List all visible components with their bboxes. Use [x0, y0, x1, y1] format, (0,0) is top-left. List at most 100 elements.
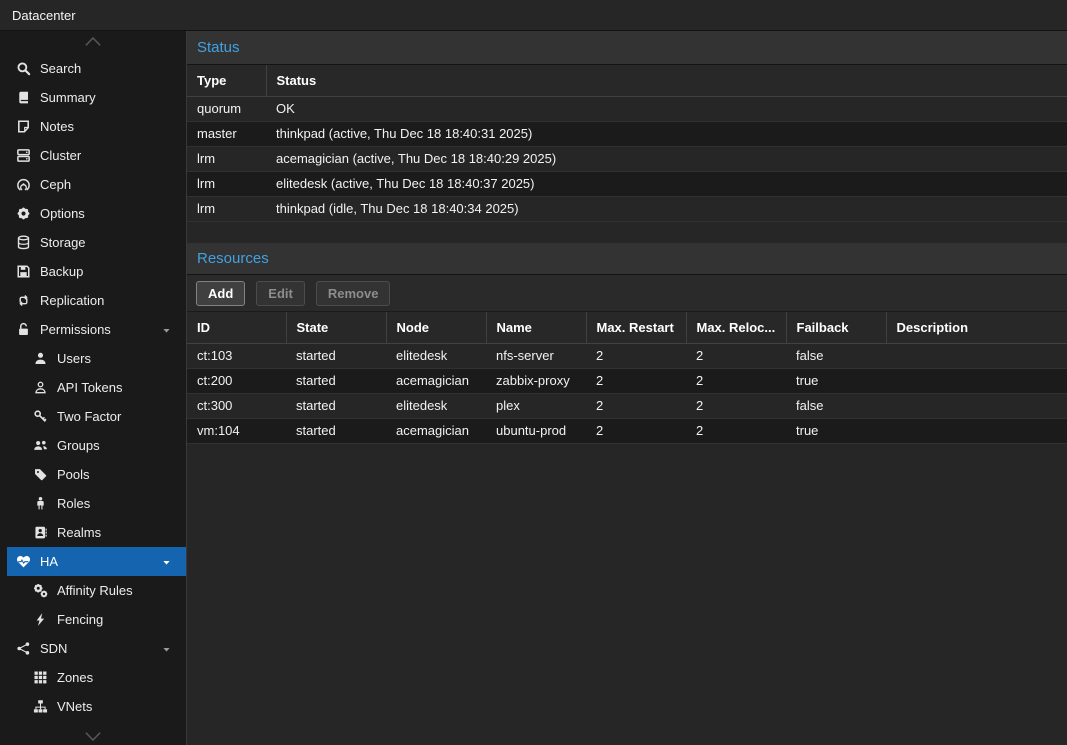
sidebar-item-label: Ceph	[40, 177, 71, 192]
table-row[interactable]: ct:200startedacemagicianzabbix-proxy22tr…	[187, 368, 1067, 393]
cell: master	[187, 121, 266, 146]
table-row[interactable]: vm:104startedacemagicianubuntu-prod22tru…	[187, 418, 1067, 443]
cell: quorum	[187, 96, 266, 121]
sidebar-item-label: Summary	[40, 90, 96, 105]
sidebar-item-backup[interactable]: Backup	[7, 257, 186, 286]
column-header-failback[interactable]: Failback	[786, 312, 886, 343]
cell: ct:300	[187, 393, 286, 418]
sidebar-item-fencing[interactable]: Fencing	[7, 605, 186, 634]
cell: plex	[486, 393, 586, 418]
column-header-status[interactable]: Status	[266, 65, 1067, 96]
table-header-row: IDStateNodeNameMax. RestartMax. Reloc...…	[187, 312, 1067, 343]
table-row[interactable]: ct:300startedelitedeskplex22false	[187, 393, 1067, 418]
column-header-node[interactable]: Node	[386, 312, 486, 343]
add-button[interactable]: Add	[196, 281, 245, 306]
sidebar-item-summary[interactable]: Summary	[7, 83, 186, 112]
sidebar-item-zones[interactable]: Zones	[7, 663, 186, 692]
column-header-id[interactable]: ID	[187, 312, 286, 343]
scroll-down-indicator[interactable]	[0, 721, 186, 745]
status-panel-header: Status	[187, 31, 1067, 65]
cell: lrm	[187, 171, 266, 196]
table-row[interactable]: ct:103startedelitedesknfs-server22false	[187, 343, 1067, 368]
status-panel-title: Status	[197, 39, 240, 56]
table-row[interactable]: lrmelitedesk (active, Thu Dec 18 18:40:3…	[187, 171, 1067, 196]
sidebar-item-label: Roles	[57, 496, 90, 511]
column-header-name[interactable]: Name	[486, 312, 586, 343]
sidebar-item-roles[interactable]: Roles	[7, 489, 186, 518]
sitemap-icon	[33, 699, 48, 714]
sidebar-item-options[interactable]: Options	[7, 199, 186, 228]
cell: vm:104	[187, 418, 286, 443]
gears-icon	[33, 583, 48, 598]
sidebar-item-replication[interactable]: Replication	[7, 286, 186, 315]
cell: elitedesk	[386, 393, 486, 418]
scroll-up-indicator[interactable]	[0, 31, 186, 54]
column-header-description[interactable]: Description	[886, 312, 1067, 343]
gear-icon	[16, 206, 31, 221]
sidebar-item-label: HA	[40, 554, 58, 569]
note-icon	[16, 119, 31, 134]
sidebar-item-notes[interactable]: Notes	[7, 112, 186, 141]
sidebar-item-ha[interactable]: HA	[7, 547, 186, 576]
sidebar-item-permissions[interactable]: Permissions	[7, 315, 186, 344]
resources-toolbar: Add Edit Remove	[187, 275, 1067, 312]
table-row[interactable]: lrmacemagician (active, Thu Dec 18 18:40…	[187, 146, 1067, 171]
resources-panel: Resources AddEditRemove IDStateNodeNameM…	[187, 243, 1067, 745]
sidebar-item-ceph[interactable]: Ceph	[7, 170, 186, 199]
cell: acemagician	[386, 368, 486, 393]
sidebar-item-groups[interactable]: Groups	[7, 431, 186, 460]
sidebar-item-pools[interactable]: Pools	[7, 460, 186, 489]
cell: OK	[266, 96, 1067, 121]
status-table: TypeStatusquorumOKmasterthinkpad (active…	[187, 65, 1067, 221]
chevron-down-icon[interactable]	[161, 324, 172, 339]
retweet-icon	[16, 293, 31, 308]
status-panel: Status TypeStatusquorumOKmasterthinkpad …	[187, 31, 1067, 243]
ceph-icon	[16, 177, 31, 192]
table-row[interactable]: lrmthinkpad (idle, Thu Dec 18 18:40:34 2…	[187, 196, 1067, 221]
cell: lrm	[187, 146, 266, 171]
sidebar-item-users[interactable]: Users	[7, 344, 186, 373]
cell: 2	[686, 393, 786, 418]
grid-icon	[33, 670, 48, 685]
cell: 2	[686, 418, 786, 443]
sidebar-item-label: Pools	[57, 467, 90, 482]
edit-button[interactable]: Edit	[256, 281, 305, 306]
search-icon	[16, 61, 31, 76]
cell	[886, 418, 1067, 443]
sidebar-item-label: Groups	[57, 438, 100, 453]
table-row[interactable]: quorumOK	[187, 96, 1067, 121]
column-header-state[interactable]: State	[286, 312, 386, 343]
sidebar-item-realms[interactable]: Realms	[7, 518, 186, 547]
sidebar-item-two-factor[interactable]: Two Factor	[7, 402, 186, 431]
chevron-down-icon	[80, 730, 106, 745]
sidebar-item-cluster[interactable]: Cluster	[7, 141, 186, 170]
sidebar-item-label: Cluster	[40, 148, 81, 163]
sidebar-item-api-tokens[interactable]: API Tokens	[7, 373, 186, 402]
cell: true	[786, 418, 886, 443]
sidebar-item-label: API Tokens	[57, 380, 123, 395]
address-book-icon	[33, 525, 48, 540]
table-row[interactable]: masterthinkpad (active, Thu Dec 18 18:40…	[187, 121, 1067, 146]
key-icon	[33, 409, 48, 424]
sidebar-item-label: Two Factor	[57, 409, 121, 424]
cell: ct:200	[187, 368, 286, 393]
cell: 2	[586, 393, 686, 418]
column-header-max-reloc[interactable]: Max. Reloc...	[686, 312, 786, 343]
sidebar-item-vnets[interactable]: VNets	[7, 692, 186, 721]
sidebar-item-sdn[interactable]: SDN	[7, 634, 186, 663]
resources-panel-title: Resources	[197, 250, 269, 267]
column-header-max-restart[interactable]: Max. Restart	[586, 312, 686, 343]
column-header-type[interactable]: Type	[187, 65, 266, 96]
chevron-down-icon[interactable]	[161, 556, 172, 571]
remove-button[interactable]: Remove	[316, 281, 391, 306]
sidebar-item-storage[interactable]: Storage	[7, 228, 186, 257]
sidebar-item-label: Backup	[40, 264, 83, 279]
sidebar-item-label: Search	[40, 61, 81, 76]
sidebar-item-search[interactable]: Search	[7, 54, 186, 83]
sidebar-item-label: VNets	[57, 699, 92, 714]
tag-icon	[33, 467, 48, 482]
sidebar-item-affinity-rules[interactable]: Affinity Rules	[7, 576, 186, 605]
sidebar-item-label: Permissions	[40, 322, 111, 337]
chevron-down-icon[interactable]	[161, 643, 172, 658]
resources-table: IDStateNodeNameMax. RestartMax. Reloc...…	[187, 312, 1067, 443]
